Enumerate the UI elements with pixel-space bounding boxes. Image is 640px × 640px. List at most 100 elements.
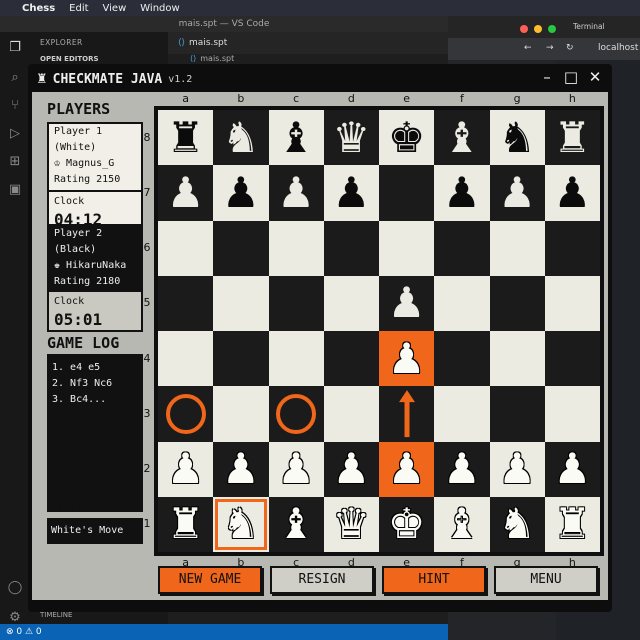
black-rook-icon[interactable]: ♜ (167, 116, 205, 159)
menubar-item-window[interactable]: Window (140, 3, 179, 14)
square-a7[interactable]: ♟ (158, 165, 214, 221)
square-g7[interactable]: ♟ (489, 165, 545, 221)
black-pawn-icon[interactable]: ♟ (222, 171, 260, 214)
white-knight-icon[interactable]: ♞ (222, 503, 260, 545)
minimize-icon[interactable]: – (538, 68, 556, 86)
square-g2[interactable]: ♟ (489, 441, 545, 497)
minimize-dot-icon[interactable] (534, 25, 542, 33)
square-c5[interactable] (268, 275, 324, 331)
source-control-icon[interactable]: ⑂ (7, 98, 23, 114)
square-e4[interactable]: ♟ (379, 331, 435, 387)
browser-tab[interactable]: Terminal (573, 22, 605, 31)
black-bishop-icon[interactable]: ♝ (277, 116, 315, 159)
black-pawn-icon[interactable]: ♟ (167, 171, 205, 214)
black-knight-icon[interactable]: ♞ (222, 116, 260, 159)
square-a4[interactable] (158, 331, 214, 387)
square-a5[interactable] (158, 275, 214, 331)
square-g5[interactable] (489, 275, 545, 331)
square-c7[interactable]: ♟ (268, 165, 324, 221)
move-target-ring-icon[interactable] (165, 393, 206, 434)
white-pawn-icon[interactable]: ♟ (277, 448, 315, 490)
square-a2[interactable]: ♟ (158, 441, 214, 497)
black-bishop-icon[interactable]: ♝ (443, 116, 481, 159)
square-h8[interactable]: ♜ (544, 110, 600, 166)
menubar-item-edit[interactable]: Edit (69, 3, 88, 14)
square-b6[interactable] (213, 220, 269, 276)
square-d7[interactable]: ♟ (323, 165, 379, 221)
square-d1[interactable]: ♛ (323, 496, 379, 552)
white-pawn-icon[interactable]: ♟ (554, 448, 592, 490)
square-g3[interactable] (489, 386, 545, 442)
square-e5[interactable]: ♟ (379, 275, 435, 331)
square-h1[interactable]: ♜ (544, 496, 600, 552)
maximize-dot-icon[interactable] (548, 25, 556, 33)
white-rook-icon[interactable]: ♜ (167, 503, 205, 545)
url-text[interactable]: localhost (598, 43, 638, 53)
black-pawn-icon[interactable]: ♟ (388, 282, 426, 324)
square-f5[interactable] (434, 275, 490, 331)
square-d4[interactable] (323, 331, 379, 387)
square-a6[interactable] (158, 220, 214, 276)
files-icon[interactable]: ❐ (7, 40, 23, 56)
square-f2[interactable]: ♟ (434, 441, 490, 497)
square-h6[interactable] (544, 220, 600, 276)
black-pawn-icon[interactable]: ♟ (443, 171, 481, 214)
hint-button[interactable]: HINT (382, 566, 486, 594)
account-icon[interactable]: ◯ (7, 580, 23, 596)
square-f6[interactable] (434, 220, 490, 276)
square-a8[interactable]: ♜ (158, 110, 214, 166)
square-h4[interactable] (544, 331, 600, 387)
black-queen-icon[interactable]: ♛ (333, 116, 371, 159)
black-pawn-icon[interactable]: ♟ (277, 171, 315, 214)
square-h7[interactable]: ♟ (544, 165, 600, 221)
square-d2[interactable]: ♟ (323, 441, 379, 497)
square-a1[interactable]: ♜ (158, 496, 214, 552)
run-debug-icon[interactable]: ▷ (7, 126, 23, 142)
square-b4[interactable] (213, 331, 269, 387)
white-queen-icon[interactable]: ♛ (333, 503, 371, 545)
white-rook-icon[interactable]: ♜ (554, 503, 592, 545)
white-bishop-icon[interactable]: ♝ (443, 503, 481, 545)
white-pawn-icon[interactable]: ♟ (388, 448, 426, 490)
browser-url-bar[interactable]: ← → ↻ localhost (448, 38, 640, 60)
square-g6[interactable] (489, 220, 545, 276)
square-b2[interactable]: ♟ (213, 441, 269, 497)
white-knight-icon[interactable]: ♞ (498, 503, 536, 545)
square-d6[interactable] (323, 220, 379, 276)
square-e2[interactable]: ♟ (379, 441, 435, 497)
extensions-icon[interactable]: ⊞ (7, 154, 23, 170)
square-f1[interactable]: ♝ (434, 496, 490, 552)
new-game-button[interactable]: NEW GAME (158, 566, 262, 594)
square-f8[interactable]: ♝ (434, 110, 490, 166)
white-pawn-icon[interactable]: ♟ (388, 337, 426, 380)
square-e1[interactable]: ♚ (379, 496, 435, 552)
square-d5[interactable] (323, 275, 379, 331)
square-b3[interactable] (213, 386, 269, 442)
back-arrow-icon[interactable]: ← (524, 43, 532, 53)
square-e6[interactable] (379, 220, 435, 276)
square-e7[interactable] (379, 165, 435, 221)
square-d8[interactable]: ♛ (323, 110, 379, 166)
black-pawn-icon[interactable]: ♟ (498, 171, 536, 214)
search-icon[interactable]: ⌕ (7, 70, 23, 86)
square-b5[interactable] (213, 275, 269, 331)
square-c6[interactable] (268, 220, 324, 276)
remote-icon[interactable]: ▣ (7, 182, 23, 198)
square-c4[interactable] (268, 331, 324, 387)
white-pawn-icon[interactable]: ♟ (498, 448, 536, 490)
white-king-icon[interactable]: ♚ (388, 503, 426, 545)
square-g1[interactable]: ♞ (489, 496, 545, 552)
square-a3[interactable] (158, 386, 214, 442)
square-e8[interactable]: ♚ (379, 110, 435, 166)
close-dot-icon[interactable] (520, 25, 528, 33)
maximize-icon[interactable]: □ (562, 68, 580, 86)
white-pawn-icon[interactable]: ♟ (443, 448, 481, 490)
square-b7[interactable]: ♟ (213, 165, 269, 221)
black-king-icon[interactable]: ♚ (388, 116, 426, 159)
square-c8[interactable]: ♝ (268, 110, 324, 166)
menubar-app-name[interactable]: Chess (22, 3, 55, 14)
black-rook-icon[interactable]: ♜ (554, 116, 592, 159)
close-icon[interactable]: ✕ (586, 68, 604, 86)
black-pawn-icon[interactable]: ♟ (333, 171, 371, 214)
menubar-item-view[interactable]: View (103, 3, 127, 14)
